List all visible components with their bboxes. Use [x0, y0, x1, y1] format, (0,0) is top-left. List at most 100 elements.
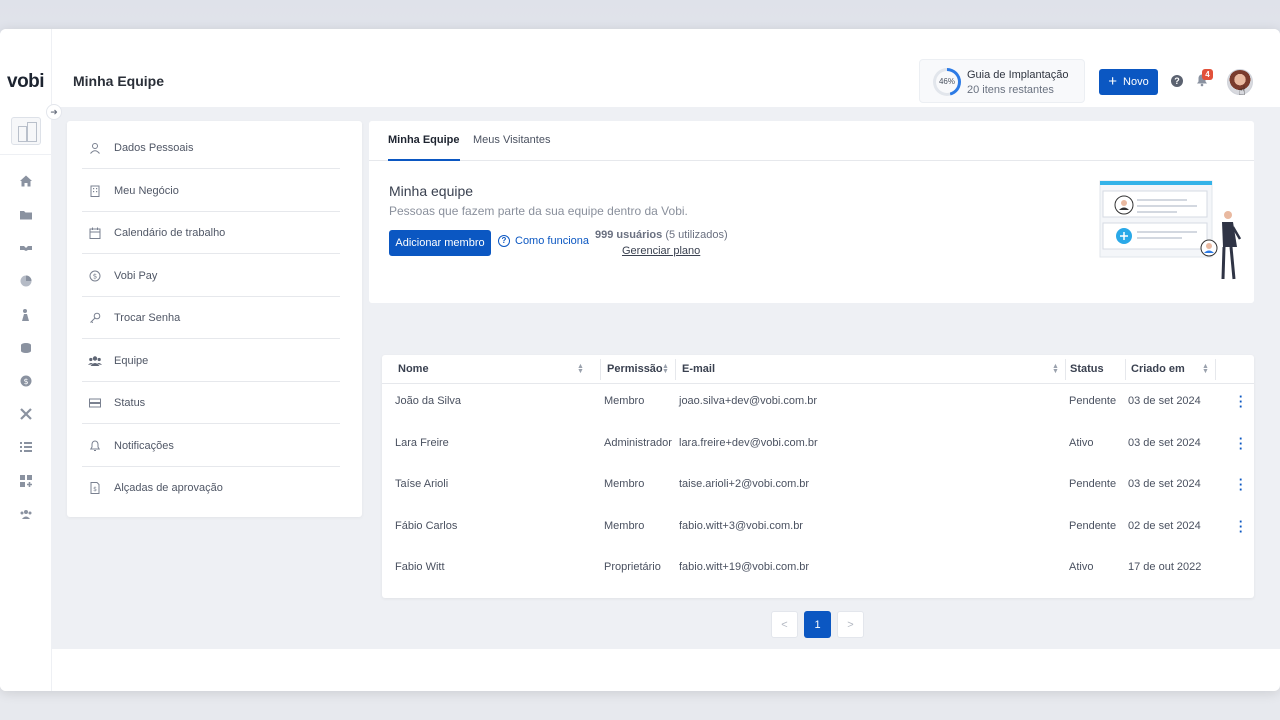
guide-title: Guia de Implantação [967, 69, 1069, 81]
pagination-next-button[interactable]: > [837, 611, 864, 638]
menu-item-alcadas[interactable]: $ Alçadas de aprovação [82, 467, 340, 509]
list-icon[interactable] [16, 437, 36, 457]
tab-meus-visitantes[interactable]: Meus Visitantes [473, 134, 550, 161]
row-menu-icon[interactable]: · · · [1237, 432, 1245, 455]
menu-item-trocar-senha[interactable]: Trocar Senha [82, 297, 340, 339]
progress-percent: 46% [936, 71, 958, 93]
cell-name: João da Silva [395, 395, 462, 407]
menu-item-label: Alçadas de aprovação [114, 482, 223, 494]
guide-subtitle: 20 itens restantes [967, 84, 1054, 96]
sort-icon[interactable]: ▲ ▼ [1202, 363, 1209, 375]
row-menu-icon[interactable]: · · · [1237, 515, 1245, 538]
column-divider [675, 359, 676, 380]
help-icon[interactable]: ? [1171, 75, 1183, 87]
cell-email: fabio.witt+19@vobi.com.br [679, 561, 810, 573]
manage-plan-link[interactable]: Gerenciar plano [622, 245, 700, 257]
sort-icon[interactable]: ▲ ▼ [1052, 363, 1059, 375]
dollar-icon[interactable]: $ [16, 371, 36, 391]
company-logo[interactable] [11, 117, 41, 145]
column-header-email[interactable]: E-mail [682, 363, 715, 375]
how-it-works-label: Como funciona [515, 235, 589, 247]
column-header-permission[interactable]: Permissão [607, 363, 663, 375]
pagination-page-1[interactable]: 1 [804, 611, 831, 638]
left-rail: vobi $ [0, 29, 52, 691]
plus-icon: + [1108, 73, 1118, 90]
how-it-works-link[interactable]: ? Como funciona [498, 235, 589, 247]
cell-permission: Membro [604, 478, 645, 490]
users-total: 999 usuários [595, 229, 663, 241]
row-menu-icon[interactable]: · · · [1237, 473, 1245, 496]
collapse-sidebar-button[interactable]: ➜ [46, 104, 62, 120]
column-header-name[interactable]: Nome [398, 363, 429, 375]
bell-icon [85, 439, 105, 452]
chart-icon[interactable] [16, 271, 36, 291]
column-divider [1215, 359, 1216, 380]
menu-item-equipe[interactable]: Equipe [82, 340, 340, 382]
dollar-circle-icon: $ [85, 270, 105, 282]
apps-icon[interactable] [16, 471, 36, 491]
users-used: (5 utilizados) [665, 229, 728, 241]
page-title: Minha Equipe [73, 73, 164, 89]
mouse-cursor-icon: ☝ [1238, 83, 1246, 98]
handshake-icon[interactable] [16, 238, 36, 258]
team-icon[interactable] [16, 504, 36, 524]
table-row[interactable]: Taíse Arioli Membro taise.arioli+2@vobi.… [382, 463, 1254, 505]
cell-email: joao.silva+dev@vobi.com.br [679, 395, 818, 407]
calendar-icon [85, 227, 105, 239]
vobi-logo[interactable]: vobi [7, 71, 45, 93]
building-icon [85, 185, 105, 197]
cell-email: lara.freire+dev@vobi.com.br [679, 437, 818, 449]
implementation-guide[interactable]: 46% Guia de Implantação 20 itens restant… [919, 59, 1085, 103]
cell-name: Taíse Arioli [395, 478, 449, 490]
user-icon [85, 142, 105, 154]
column-header-status[interactable]: Status [1070, 363, 1104, 375]
row-menu-icon[interactable]: · · · [1237, 390, 1245, 413]
sort-icon[interactable]: ▲ ▼ [662, 363, 669, 375]
document-dollar-icon: $ [85, 482, 105, 494]
cell-permission: Membro [604, 520, 645, 532]
menu-item-status[interactable]: Status [82, 382, 340, 424]
status-icon [85, 397, 105, 409]
tools-icon[interactable] [16, 404, 36, 424]
team-icon [85, 355, 105, 367]
pagination-prev-button[interactable]: < [771, 611, 798, 638]
table-row[interactable]: João da Silva Membro joao.silva+dev@vobi… [382, 380, 1254, 422]
cell-permission: Proprietário [604, 561, 661, 573]
cell-email: taise.arioli+2@vobi.com.br [679, 478, 810, 490]
column-divider [1065, 359, 1066, 380]
column-header-created[interactable]: Criado em [1131, 363, 1185, 375]
home-icon[interactable] [16, 171, 36, 191]
add-member-button[interactable]: Adicionar membro [389, 230, 491, 256]
cell-name: Lara Freire [395, 437, 449, 449]
cell-created: 03 de set 2024 [1128, 478, 1201, 490]
menu-item-dados-pessoais[interactable]: Dados Pessoais [82, 127, 340, 169]
menu-item-meu-negocio[interactable]: Meu Negócio [82, 170, 340, 212]
top-header: Minha Equipe 46% Guia de Implantação 20 … [52, 29, 1280, 107]
cell-created: 03 de set 2024 [1128, 395, 1201, 407]
sort-icon[interactable]: ▲ ▼ [577, 363, 584, 375]
menu-item-notificacoes[interactable]: Notificações [82, 425, 340, 467]
worker-icon[interactable] [16, 305, 36, 325]
folder-icon[interactable] [16, 205, 36, 225]
cell-status: Pendente [1069, 478, 1117, 490]
main-content: Dados Pessoais Meu Negócio Calendário de… [52, 107, 1280, 649]
menu-item-vobi-pay[interactable]: $ Vobi Pay [82, 255, 340, 297]
table-row[interactable]: Fabio Witt Proprietário fabio.witt+19@vo… [382, 546, 1254, 588]
table-row[interactable]: Lara Freire Administrador lara.freire+de… [382, 422, 1254, 464]
cell-created: 17 de out 2022 [1128, 561, 1202, 573]
tab-minha-equipe[interactable]: Minha Equipe [388, 134, 460, 161]
cell-created: 03 de set 2024 [1128, 437, 1201, 449]
menu-item-label: Notificações [114, 439, 174, 452]
section-subtitle: Pessoas que fazem parte da sua equipe de… [389, 204, 688, 218]
new-button[interactable]: + Novo [1099, 69, 1158, 95]
menu-item-calendario[interactable]: Calendário de trabalho [82, 212, 340, 254]
settings-menu: Dados Pessoais Meu Negócio Calendário de… [67, 121, 362, 517]
table-row[interactable]: Fábio Carlos Membro fabio.witt+3@vobi.co… [382, 505, 1254, 547]
cell-email: fabio.witt+3@vobi.com.br [679, 520, 803, 532]
cell-status: Ativo [1069, 437, 1094, 449]
coins-icon[interactable] [16, 338, 36, 358]
tabs: Minha Equipe Meus Visitantes [369, 121, 1254, 161]
cell-created: 02 de set 2024 [1128, 520, 1201, 532]
section-title: Minha equipe [389, 183, 474, 199]
menu-item-label: Status [114, 396, 146, 409]
